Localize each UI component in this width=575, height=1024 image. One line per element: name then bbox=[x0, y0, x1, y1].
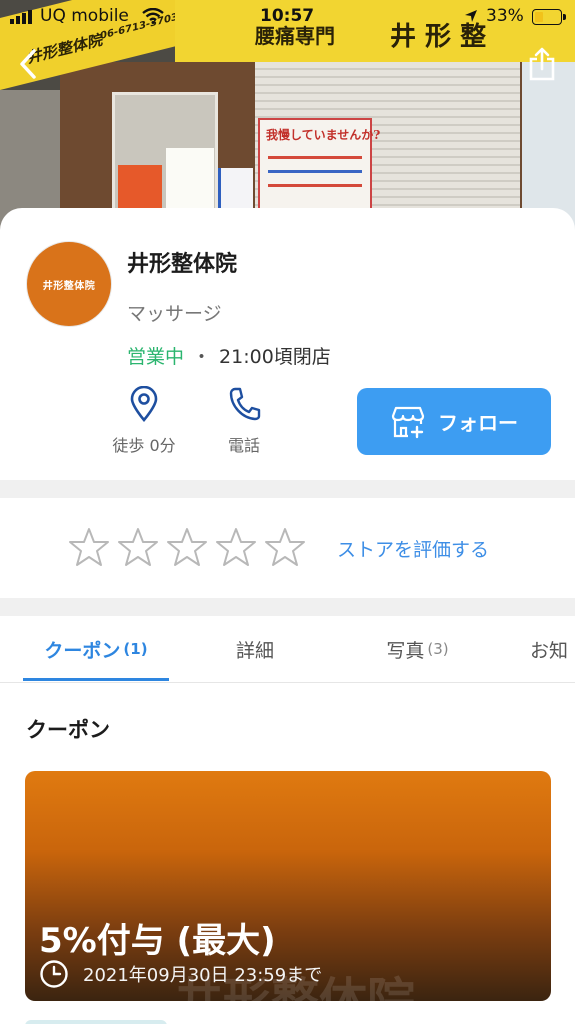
walk-label: 徒歩 0分 bbox=[112, 436, 176, 455]
rate-store-link[interactable]: ストアを評価する bbox=[337, 535, 489, 562]
section-divider bbox=[0, 480, 575, 498]
tab-photos[interactable]: 写真 (3) bbox=[350, 616, 485, 682]
tab-label: クーポン bbox=[44, 639, 121, 662]
phone-icon bbox=[229, 387, 261, 421]
next-coupon-card bbox=[25, 1020, 167, 1024]
coupon-title: 5%付与 (最大) bbox=[39, 921, 276, 961]
star-3-icon[interactable] bbox=[166, 526, 208, 568]
star-4-icon[interactable] bbox=[215, 526, 257, 568]
rating-stars bbox=[68, 526, 306, 568]
store-follow-icon bbox=[391, 406, 425, 438]
back-button[interactable] bbox=[10, 44, 46, 84]
open-status: 営業中 bbox=[127, 346, 185, 368]
store-detail-sheet: 井形整体院 井形整体院 マッサージ 営業中・ 21:00頃閉店 徒歩 0分 電話 … bbox=[0, 208, 575, 1024]
status-bar: UQ mobile 10:57 33% bbox=[0, 0, 575, 34]
store-hours: 営業中・ 21:00頃閉店 bbox=[127, 342, 331, 369]
battery-percent: 33% bbox=[486, 6, 524, 26]
coupon-section-title: クーポン bbox=[26, 718, 110, 742]
tab-coupons[interactable]: クーポン (1) bbox=[23, 616, 169, 682]
map-pin-icon bbox=[130, 386, 158, 422]
photo-poster-text: 我慢していませんか? bbox=[266, 128, 381, 142]
clock-icon bbox=[40, 960, 68, 988]
store-name: 井形整体院 bbox=[127, 252, 238, 277]
wifi-icon bbox=[142, 8, 164, 24]
coupon-card[interactable]: 井形整体院 5%付与 (最大) 2021年09月30日 23:59まで bbox=[25, 771, 551, 1001]
share-button[interactable] bbox=[522, 44, 562, 84]
signal-icon bbox=[10, 10, 34, 24]
star-5-icon[interactable] bbox=[264, 526, 306, 568]
chevron-left-icon bbox=[20, 49, 36, 79]
tab-label: 詳細 bbox=[235, 639, 274, 662]
tab-count: (1) bbox=[123, 640, 148, 658]
location-arrow-icon bbox=[465, 10, 477, 22]
walk-directions-button[interactable]: 徒歩 0分 bbox=[109, 386, 179, 456]
store-photo: 我慢していませんか? 井形整体院 06-6713-3703 腰痛専門 井 形 整 bbox=[0, 0, 575, 240]
carrier-name: UQ mobile bbox=[40, 6, 129, 26]
call-button[interactable]: 電話 bbox=[209, 386, 279, 456]
status-time: 10:57 bbox=[260, 6, 315, 26]
tab-label: 写真 bbox=[386, 639, 425, 662]
star-1-icon[interactable] bbox=[68, 526, 110, 568]
phone-label: 電話 bbox=[227, 436, 260, 455]
follow-label: フォロー bbox=[438, 413, 518, 435]
active-tab-indicator bbox=[23, 678, 169, 681]
photo-poster: 我慢していませんか? bbox=[258, 118, 380, 212]
coupon-expiry: 2021年09月30日 23:59まで bbox=[39, 959, 322, 989]
follow-button[interactable]: フォロー bbox=[357, 388, 551, 455]
tab-count: (3) bbox=[427, 640, 449, 658]
store-category: マッサージ bbox=[127, 303, 222, 325]
coupon-expiry-text: 2021年09月30日 23:59まで bbox=[83, 965, 323, 986]
share-icon bbox=[529, 47, 555, 81]
hours-separator: ・ bbox=[192, 346, 212, 368]
tab-details[interactable]: 詳細 bbox=[195, 616, 315, 682]
store-logo-text: 井形整体院 bbox=[42, 280, 96, 292]
store-logo: 井形整体院 bbox=[26, 241, 112, 327]
tab-news[interactable]: お知 bbox=[530, 616, 575, 682]
tab-bar: クーポン (1) 詳細 写真 (3) お知 bbox=[0, 616, 575, 683]
closing-time: 21:00頃閉店 bbox=[219, 346, 331, 368]
tab-label: お知 bbox=[530, 639, 569, 662]
battery-icon bbox=[532, 9, 566, 25]
star-2-icon[interactable] bbox=[117, 526, 159, 568]
section-divider bbox=[0, 598, 575, 616]
